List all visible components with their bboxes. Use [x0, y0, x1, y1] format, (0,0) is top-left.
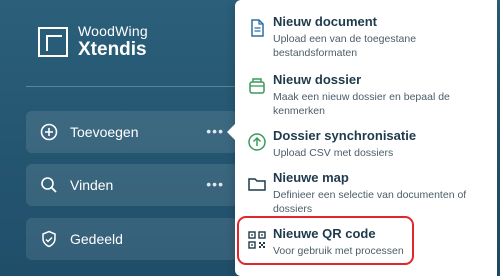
logo-text: WoodWing Xtendis [78, 24, 148, 59]
more-options-icon[interactable]: ••• [206, 123, 224, 139]
sidebar-item-label: Toevoegen [70, 124, 139, 140]
app-logo[interactable]: WoodWing Xtendis [38, 24, 148, 59]
sidebar-item-gedeeld[interactable]: Gedeeld [26, 218, 238, 260]
search-icon [40, 176, 58, 194]
menu-item-desc: Upload CSV met dossiers [273, 147, 394, 159]
menu-item-text: Nieuw document Upload een van de toegest… [273, 14, 493, 60]
logo-mark-icon [38, 26, 68, 57]
menu-item-title: Nieuwe map [273, 170, 349, 185]
sidebar-item-label: Vinden [70, 177, 114, 193]
menu-item-title: Nieuw document [273, 14, 378, 29]
highlight-outline [237, 216, 414, 265]
menu-item-title: Nieuw dossier [273, 72, 362, 87]
upload-circle-icon [247, 132, 267, 152]
menu-item-text: Nieuwe map Definieer een selectie van do… [273, 170, 493, 216]
sidebar-item-toevoegen[interactable]: Toevoegen ••• [26, 111, 238, 153]
sidebar-item-vinden[interactable]: Vinden ••• [26, 164, 238, 206]
menu-item-text: Nieuw dossier Maak een nieuw dossier en … [273, 72, 493, 118]
menu-item-desc: Maak een nieuw dossier en bepaal de kenm… [273, 91, 450, 117]
logo-line1: WoodWing [78, 23, 148, 39]
more-options-icon[interactable]: ••• [206, 176, 224, 192]
logo-line2: Xtendis [78, 39, 147, 60]
folder-icon [247, 174, 267, 194]
dossier-icon [247, 76, 267, 96]
menu-item-desc: Definieer een selectie van documenten of… [273, 189, 467, 215]
sidebar-divider [26, 86, 236, 87]
menu-item-desc: Upload een van de toegestane bestandsfor… [273, 33, 417, 59]
menu-item-text: Dossier synchronisatie Upload CSV met do… [273, 128, 493, 160]
shared-shield-icon [40, 230, 58, 248]
sidebar-item-label: Gedeeld [70, 231, 123, 247]
document-icon [247, 18, 267, 38]
menu-item-title: Dossier synchronisatie [273, 128, 417, 143]
plus-circle-icon [40, 123, 58, 141]
